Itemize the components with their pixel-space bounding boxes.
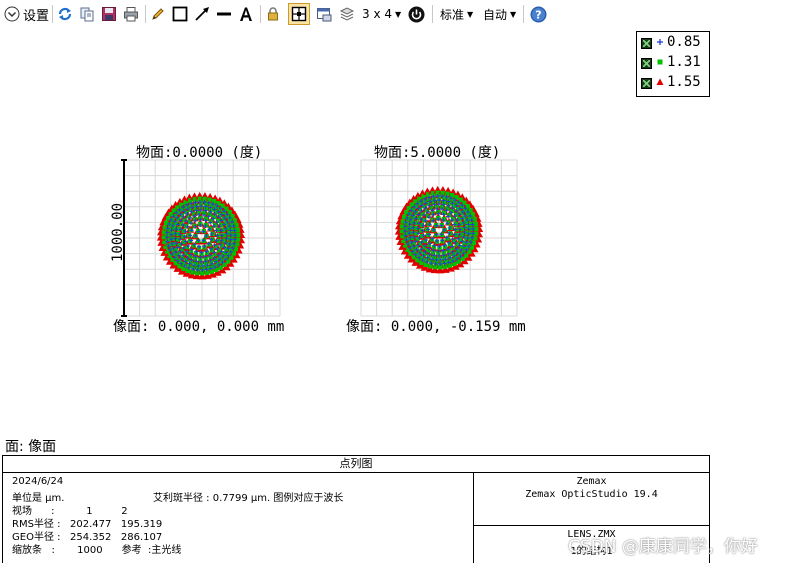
triangle-icon [656,78,664,85]
spot-diagram-plot [121,159,281,317]
pencil-icon [152,8,164,20]
product-text: Zemax OpticStudio 19.4 [525,489,658,500]
caret-down-icon: ▼ [467,9,474,19]
lock-button[interactable] [264,4,282,24]
settings-button[interactable]: 设置 [4,4,49,24]
spot-point [400,219,405,224]
copy-button[interactable] [78,4,96,24]
power-button[interactable] [407,4,425,24]
spot-point [234,223,239,228]
help-icon: ? [530,6,546,22]
airy-radius-text: 艾利斑半径 : 0.7799 μm. 图例对应于波长 [153,493,344,504]
fit-view-button[interactable] [288,3,310,25]
spot-diagram-plot [360,159,518,317]
toolbar-separator [145,5,146,23]
spot-point [190,270,195,275]
toolbar: 设置 3 x 4 ▼ 标准 ▼ 自动 ▼ ? [0,0,794,28]
watermark: CSDN @康康同学，你好 [568,537,758,557]
date-text: 2024/6/24 [12,476,64,487]
scale-bar-row: 缩放条 : 1000 参考 :主光线 [12,545,182,556]
copy-icon [80,7,94,22]
spot-point [208,226,213,231]
printer-icon [124,7,138,22]
image-coordinate-label: 像面: 0.000, 0.000 mm [113,319,285,335]
save-icon [102,7,116,21]
toolbar-separator [523,5,524,23]
toolbar-separator [52,5,53,23]
caret-down-icon: ▼ [395,9,402,19]
surface-label: 面: 像面 [5,439,57,455]
legend-value: 0.85 [667,34,701,50]
window-button[interactable] [315,4,333,24]
spot-point [207,197,212,202]
standard-dropdown[interactable]: 标准 ▼ [440,4,473,24]
spot-point [235,227,240,233]
layers-button[interactable] [338,4,356,24]
caret-down-icon: ▼ [510,9,517,19]
print-button[interactable] [122,4,140,24]
spot-point [473,221,478,227]
spot-point [442,264,448,269]
window-icon [317,8,332,22]
spot-point [162,225,167,230]
spot-point [209,269,214,274]
arrow-line-icon [195,7,209,21]
divider [474,525,709,526]
text-tool-button[interactable] [237,4,255,24]
spot-point [445,236,450,241]
spot-point [430,217,436,223]
checkbox[interactable] [641,78,652,89]
spot-point [192,223,198,229]
line-icon [217,12,231,16]
line-tool-button[interactable] [215,4,233,24]
legend-item: 0.85 [637,33,709,53]
plus-icon [657,39,663,45]
toolbar-separator [432,5,433,23]
checkbox[interactable] [641,58,652,69]
pencil-tool-button[interactable] [149,4,167,24]
lock-icon [268,7,278,21]
svg-text:?: ? [535,8,541,21]
auto-dropdown[interactable]: 自动 ▼ [483,4,516,24]
spot-point [207,242,212,247]
info-title: 点列图 [3,456,709,473]
rectangle-tool-button[interactable] [171,4,189,24]
refresh-icon [58,7,72,21]
power-icon [408,6,424,22]
legend-item: 1.55 [637,73,709,93]
checkbox[interactable] [641,38,652,49]
legend-item: 1.31 [637,53,709,73]
legend-value: 1.31 [667,54,701,70]
refresh-button[interactable] [56,4,74,24]
scale-bar-label: 1000.00 [110,202,126,262]
spot-point [445,191,450,196]
layers-icon [339,7,355,21]
company-text: Zemax [576,476,607,487]
legend-value: 1.55 [667,74,701,90]
spot-point [204,270,210,275]
save-button[interactable] [100,4,118,24]
spot-point [472,217,477,222]
layout-label: 3 x 4 [362,7,392,21]
spot-point [473,236,478,241]
square-icon [657,59,663,65]
spot-point [235,242,240,247]
info-left-panel: 2024/6/24 单位是 μm. 艾利斑半径 : 0.7799 μm. 图例对… [3,473,474,563]
help-button[interactable]: ? [529,4,547,24]
layout-dropdown[interactable]: 3 x 4 ▼ [362,4,401,24]
chevron-down-circle-icon [4,6,20,22]
toolbar-separator [260,5,261,23]
standard-label: 标准 [440,7,465,22]
auto-label: 自动 [483,7,508,22]
arrow-tool-button[interactable] [193,4,211,24]
image-coordinate-label: 像面: 0.000, -0.159 mm [346,319,526,335]
spot-point [428,264,433,269]
spot-point [446,220,451,225]
settings-label: 设置 [23,8,50,24]
fit-view-icon [291,6,307,22]
wavelength-legend: 0.85 1.31 1.55 [636,31,710,97]
rectangle-icon [172,6,188,22]
text-icon [240,7,252,21]
spot-point [447,263,452,268]
